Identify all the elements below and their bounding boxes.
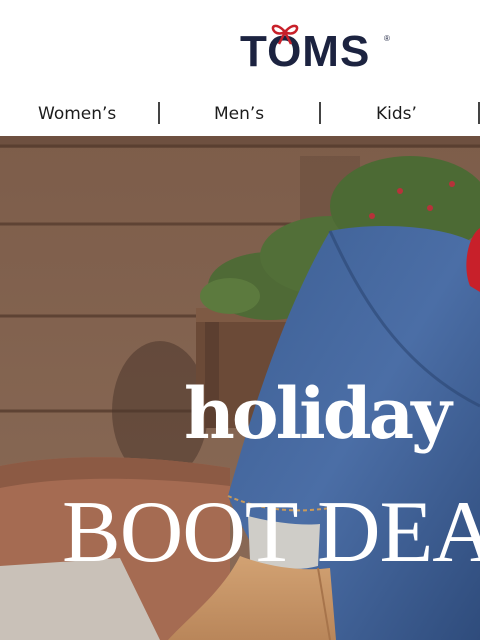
hero-headline-holiday: holiday <box>184 372 452 455</box>
logo-wordmark: TOMS <box>240 27 371 76</box>
nav-divider <box>319 102 321 124</box>
hero-headline-boot-deals: BOOT DEALS <box>62 484 480 581</box>
nav-mens-link[interactable]: Men’s <box>214 104 264 124</box>
nav-kids-link[interactable]: Kids’ <box>376 104 417 124</box>
nav-divider <box>158 102 160 124</box>
ribbon-bow-icon <box>271 24 299 45</box>
nav-womens-link[interactable]: Women’s <box>38 104 116 124</box>
email-header: TOMS ® <box>0 0 480 95</box>
registered-mark: ® <box>384 34 390 43</box>
toms-logo[interactable]: TOMS ® <box>240 24 390 78</box>
category-nav: Women’s Men’s Kids’ <box>0 95 480 136</box>
hero-banner[interactable]: holiday BOOT DEALS <box>0 136 480 640</box>
